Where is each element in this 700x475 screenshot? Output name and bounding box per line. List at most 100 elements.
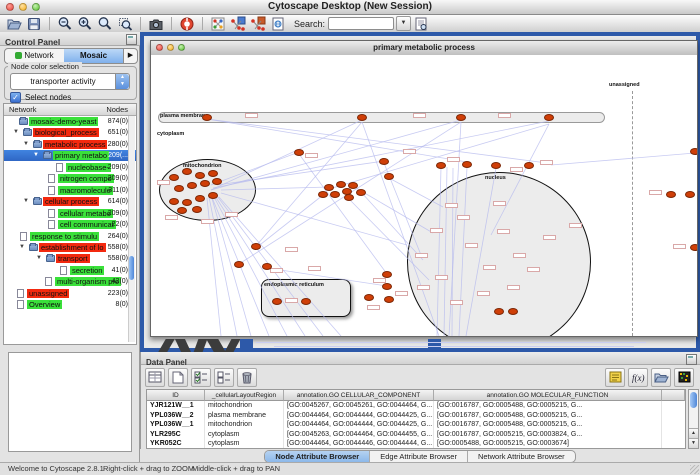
tree-row-transport[interactable]: ▼transport558(0) [4,253,136,264]
table-cell[interactable]: YPL036W__2 [147,411,205,421]
network-node[interactable] [690,244,697,251]
network-node[interactable] [208,192,218,199]
tree-row-metabolic-process[interactable]: ▼metabolic process280(0) [4,139,136,150]
node-color-dropdown[interactable]: transporter activity ▲▼ [10,73,130,90]
birds-eye-view[interactable] [8,352,132,452]
network-node[interactable] [187,182,197,189]
network-node[interactable] [294,149,304,156]
network-node[interactable] [364,294,374,301]
network-node[interactable] [272,298,282,305]
network-node[interactable] [491,162,501,169]
expand-arrow-icon[interactable]: ▼ [36,255,42,261]
network-node[interactable] [182,199,192,206]
column-header-_cellularLayoutRegion[interactable]: _cellularLayoutRegion [205,390,284,401]
network-node[interactable] [202,114,212,121]
table-cell[interactable]: [GO:0005488, GO:0005215, GO:0003674] [434,439,662,449]
table-cell[interactable]: mitochondrion [205,401,284,411]
table-cell[interactable]: [GO:0016787, GO:0005488, GO:0005215, G..… [434,420,662,430]
network-node[interactable] [177,207,187,214]
tree-row-nitrogen-compo[interactable]: nitrogen compo209(0) [4,173,136,184]
delete-attribute-icon[interactable] [237,368,257,387]
expand-arrow-icon[interactable]: ▼ [19,244,25,250]
network-node[interactable] [344,194,354,201]
select-attributes-icon[interactable] [191,368,211,387]
network-node[interactable] [169,174,179,181]
matrix-icon[interactable] [674,368,694,387]
network-node[interactable] [666,191,676,198]
network-node[interactable] [524,162,534,169]
network-node[interactable] [174,185,184,192]
zoom-fit-icon[interactable] [96,16,114,32]
network-window-titlebar[interactable]: primary metabolic process [151,41,697,56]
table-scrollbar[interactable]: ▲ ▼ [688,389,699,449]
network-node[interactable] [318,191,328,198]
table-cell[interactable]: [GO:0016787, GO:0005488, GO:0005215, G..… [434,401,662,411]
tree-row-overview[interactable]: Overview8(0) [4,299,136,310]
network-node[interactable] [324,184,334,191]
tree-column-nodes[interactable]: Nodes [106,105,128,114]
tab-network-attribute-browser[interactable]: Network Attribute Browser [468,451,575,462]
resize-grip[interactable] [690,465,699,474]
network-node[interactable] [208,170,218,177]
tree-row-macromolecule[interactable]: macromolecule311(0) [4,185,136,196]
zoom-selected-icon[interactable] [116,16,134,32]
zoom-in-icon[interactable] [76,16,94,32]
tab-network[interactable]: Network [5,49,64,63]
network-node[interactable] [234,261,244,268]
overview-icon[interactable] [209,16,227,32]
network-node[interactable] [212,178,222,185]
tree-row-cell-communicat[interactable]: cell communicat22(0) [4,219,136,230]
layout-icon-1[interactable] [229,16,247,32]
table-cell[interactable]: YLR295C [147,430,205,440]
more-tabs-button[interactable]: ▶ [123,49,137,63]
network-canvas[interactable]: plasma membrane cytoplasm mitochondrion … [151,55,697,336]
network-node[interactable] [200,180,210,187]
network-node[interactable] [251,243,261,250]
network-node[interactable] [685,191,695,198]
tree-row-response-to-stimulu[interactable]: response to stimulu264(0) [4,231,136,242]
table-cell[interactable]: cytoplasm [205,430,284,440]
network-node[interactable] [357,114,367,121]
scroll-down-icon[interactable]: ▼ [689,438,698,448]
table-cell[interactable]: [GO:0045263, GO:0044464, GO:0044455, G..… [284,430,434,440]
tree-row-unassigned[interactable]: unassigned223(0) [4,288,136,299]
function-builder-icon[interactable]: f(x) [628,368,648,387]
unselect-attributes-icon[interactable] [214,368,234,387]
import-attributes-icon[interactable] [651,368,671,387]
tree-scrollbar-thumb[interactable] [129,256,134,280]
float-data-panel-icon[interactable] [686,354,697,365]
tree-row-primary-metabo[interactable]: ▼primary metabo209(... [4,150,136,161]
network-node[interactable] [356,189,366,196]
float-panel-icon[interactable] [126,34,137,45]
network-node[interactable] [508,308,518,315]
search-index-icon[interactable] [412,16,430,32]
network-node[interactable] [544,114,554,121]
attr-table-icon[interactable] [145,368,165,387]
table-cell[interactable]: [GO:0044464, GO:0044444, GO:0044425, G..… [284,420,434,430]
tree-row-mosaic-demo-yeast[interactable]: mosaic-demo-yeast874(0) [4,116,136,127]
attribute-editor-icon[interactable] [605,368,625,387]
network-node[interactable] [195,195,205,202]
network-node[interactable] [336,181,346,188]
network-node[interactable] [192,206,202,213]
table-cell[interactable]: [GO:0016787, GO:0005215, GO:0003824, G..… [434,430,662,440]
search-input[interactable] [328,17,394,30]
table-cell[interactable]: YPL036W__1 [147,420,205,430]
snapshot-icon[interactable] [147,16,165,32]
expand-arrow-icon[interactable]: ▼ [23,198,29,204]
table-cell[interactable]: plasma membrane [205,411,284,421]
tree-column-network[interactable]: Network [9,105,37,114]
column-header-annotation.GO CELLULAR_COMPONENT[interactable]: annotation.GO CELLULAR_COMPONENT [284,390,434,401]
tree-row-biological-process[interactable]: ▼biological_process651(0) [4,127,136,138]
new-attribute-icon[interactable] [168,368,188,387]
tree-row-cellular-process[interactable]: ▼cellular process614(0) [4,196,136,207]
network-node[interactable] [494,308,504,315]
tree-row-secretion[interactable]: secretion41(0) [4,265,136,276]
help-icon[interactable] [178,16,196,32]
tab-mosaic[interactable]: Mosaic [64,49,123,63]
tree-row-establishment-of-lo[interactable]: ▼establishment of lo558(0) [4,242,136,253]
network-node[interactable] [262,263,272,270]
scroll-up-icon[interactable]: ▲ [689,428,698,438]
table-cell[interactable]: cytoplasm [205,439,284,449]
search-dropdown-button[interactable]: ▼ [396,16,411,31]
